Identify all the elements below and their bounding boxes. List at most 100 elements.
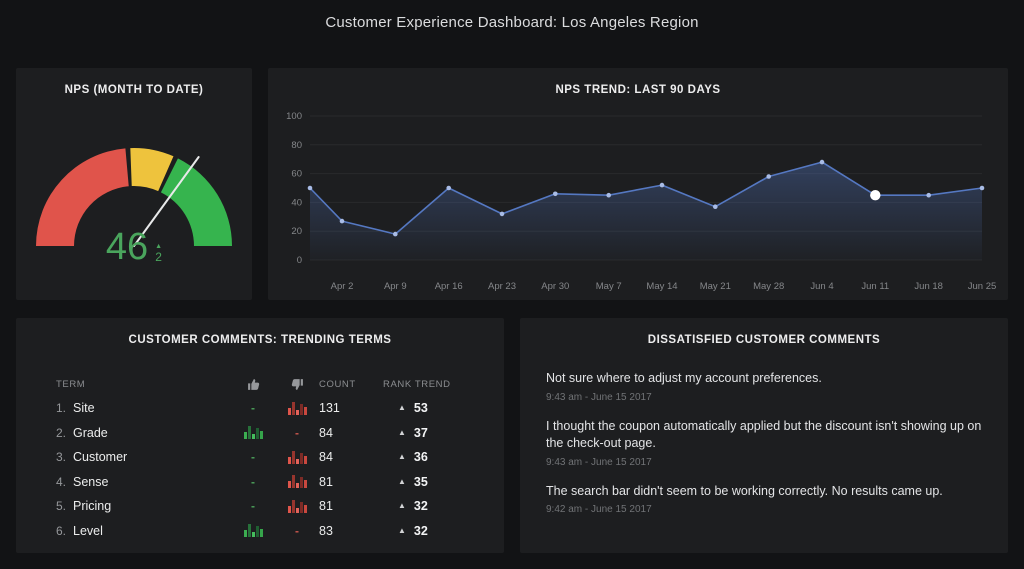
count-cell: 83 xyxy=(319,524,383,538)
up-triangle-icon: ▲ xyxy=(155,243,162,250)
comment-timestamp: 9:43 am - June 15 2017 xyxy=(546,392,982,403)
thumbs-down-cell xyxy=(275,475,319,488)
y-tick-label: 20 xyxy=(291,226,302,237)
no-data-dash: - xyxy=(251,450,255,464)
trend-point xyxy=(606,193,611,198)
row-rank: 5. xyxy=(56,499,69,513)
terms-panel-title: CUSTOMER COMMENTS: TRENDING TERMS xyxy=(16,318,504,346)
table-row: 4.Sense-81▲35 xyxy=(56,470,484,495)
gauge-panel-title: NPS (MONTH TO DATE) xyxy=(16,68,252,96)
rank-trend-value: 36 xyxy=(414,450,428,464)
count-cell: 84 xyxy=(319,426,383,440)
up-triangle-icon: ▲ xyxy=(398,502,406,510)
rank-trend-value: 32 xyxy=(414,499,428,513)
term-cell: 1. Site xyxy=(56,401,231,415)
trend-point xyxy=(713,204,718,209)
trend-point xyxy=(553,192,558,197)
rank-trend-cell: ▲32 xyxy=(383,524,484,538)
rank-trend-value: 37 xyxy=(414,426,428,440)
x-tick-label: Jun 25 xyxy=(968,281,997,292)
gauge-readout: 46 ▲ 2 xyxy=(16,228,252,266)
count-cell: 84 xyxy=(319,450,383,464)
rank-trend-cell: ▲35 xyxy=(383,475,484,489)
thumbs-down-cell: - xyxy=(275,524,319,538)
x-tick-label: May 7 xyxy=(596,281,622,292)
mini-bars-icon xyxy=(288,451,307,464)
comment-text: I thought the coupon automatically appli… xyxy=(546,418,982,453)
x-tick-label: Apr 30 xyxy=(541,281,569,292)
thumbs-down-cell xyxy=(275,451,319,464)
term-cell: 3.Customer xyxy=(56,450,231,464)
term-cell: 2.Grade xyxy=(56,426,231,440)
rank-trend-value: 53 xyxy=(414,401,428,415)
count-cell: 131 xyxy=(319,401,383,415)
column-header-count: COUNT xyxy=(319,379,383,390)
thumbs-down-cell: - xyxy=(275,426,319,440)
row-rank: 3. xyxy=(56,450,69,464)
thumbs-up-cell xyxy=(231,426,275,439)
thumbs-up-cell: - xyxy=(231,499,275,513)
up-triangle-icon: ▲ xyxy=(398,404,406,412)
x-tick-label: Apr 23 xyxy=(488,281,516,292)
table-row: 2.Grade-84▲37 xyxy=(56,421,484,446)
table-row: 3.Customer - 84 ▲ 36 xyxy=(56,445,484,470)
page-title: Customer Experience Dashboard: Los Angel… xyxy=(0,14,1024,31)
trend-point-highlight xyxy=(870,190,880,200)
thumbs-down-icon xyxy=(275,378,319,391)
thumbs-up-cell: - xyxy=(231,475,275,489)
trending-terms-panel: CUSTOMER COMMENTS: TRENDING TERMS TERM C… xyxy=(16,318,504,553)
term-name: Site xyxy=(73,401,95,415)
count-cell: 81 xyxy=(319,475,383,489)
no-data-dash: - xyxy=(251,499,255,513)
rank-trend-cell: ▲ 32 xyxy=(383,499,484,513)
trend-point xyxy=(308,186,313,191)
column-header-term: TERM xyxy=(56,379,231,390)
gauge-delta-value: 2 xyxy=(155,250,162,264)
trend-point xyxy=(820,160,825,165)
comment-text: The search bar didn't seem to be working… xyxy=(546,483,982,501)
term-name: Grade xyxy=(73,426,108,440)
comment-timestamp: 9:43 am - June 15 2017 xyxy=(546,457,982,468)
up-triangle-icon: ▲ xyxy=(398,453,406,461)
y-tick-label: 0 xyxy=(297,255,302,266)
rank-trend-value: 32 xyxy=(414,524,428,538)
mini-bars-icon xyxy=(244,426,263,439)
trend-panel-title: NPS TREND: LAST 90 DAYS xyxy=(268,68,1008,96)
term-name: Sense xyxy=(73,475,108,489)
comment-item: The search bar didn't seem to be working… xyxy=(546,483,982,516)
x-tick-label: Apr 2 xyxy=(331,281,354,292)
term-name: Pricing xyxy=(73,499,111,513)
dissatisfied-comments-panel: DISSATISFIED CUSTOMER COMMENTS Not sure … xyxy=(520,318,1008,553)
rank-trend-value: 35 xyxy=(414,475,428,489)
table-body: 1.Site-131▲532.Grade-84▲373.Customer-84▲… xyxy=(56,396,484,543)
gauge-delta: ▲ 2 xyxy=(155,243,162,264)
no-data-dash: - xyxy=(295,524,299,538)
trend-point xyxy=(926,193,931,198)
column-header-rank-trend: RANK TREND xyxy=(383,379,484,390)
trend-area xyxy=(310,162,982,260)
table-header-row: TERM COUNT RANK TREND xyxy=(56,372,484,396)
count-cell: 81 xyxy=(319,499,383,513)
comment-timestamp: 9:42 am - June 15 2017 xyxy=(546,504,982,515)
nps-month-to-date-panel: NPS (MONTH TO DATE) 46 ▲ 2 xyxy=(16,68,252,300)
thumbs-up-cell: - xyxy=(231,401,275,415)
mini-bars-icon xyxy=(244,524,263,537)
table-row: 6.Level - 83▲32 xyxy=(56,519,484,544)
no-data-dash: - xyxy=(251,475,255,489)
comment-text: Not sure where to adjust my account pref… xyxy=(546,370,982,388)
mini-bars-icon xyxy=(288,500,307,513)
row-rank: 1. xyxy=(56,401,69,415)
thumbs-up-cell: - xyxy=(231,450,275,464)
thumbs-up-cell xyxy=(231,524,275,537)
comments-panel-title: DISSATISFIED CUSTOMER COMMENTS xyxy=(520,318,1008,346)
x-tick-label: May 21 xyxy=(700,281,731,292)
x-tick-label: Jun 4 xyxy=(810,281,833,292)
trend-point xyxy=(660,183,665,188)
term-cell: 6.Level xyxy=(56,524,231,538)
trend-point xyxy=(393,232,398,237)
x-tick-label: May 28 xyxy=(753,281,784,292)
trend-point xyxy=(500,212,505,217)
comment-item: I thought the coupon automatically appli… xyxy=(546,418,982,468)
row-rank: 6. xyxy=(56,524,69,538)
mini-bars-icon xyxy=(288,475,307,488)
